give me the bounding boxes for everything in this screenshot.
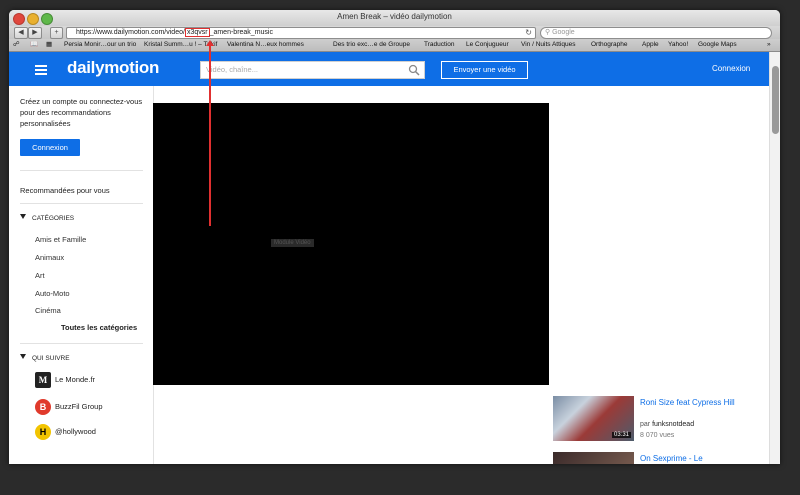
site-search-input[interactable]: Vidéo, chaîne... [200,61,425,79]
site-search-placeholder: Vidéo, chaîne... [206,65,258,74]
browser-search-field[interactable]: ⚲ Google [540,27,772,39]
header-login-link[interactable]: Connexion [712,64,750,73]
duration-badge: 03:31 [611,432,631,438]
divider [20,343,143,344]
author-prefix: par [640,421,653,428]
page-scrollbar[interactable] [769,52,780,464]
related-video-title[interactable]: Roni Size feat Cypress Hill [640,397,750,408]
related-video-author: par funksnotdead [640,421,694,428]
sidebar-intro-text: Créez un compte ou connectez-vous pour d… [20,97,143,128]
video-player[interactable]: Module Vidéo [153,103,549,385]
player-module-label: Module Vidéo [271,239,314,247]
category-link[interactable]: Auto-Moto [35,289,70,298]
bookmark-item[interactable]: Persia Monir…our un trio [64,39,136,51]
browser-toolbar: ◀ ▶ + https://www.dailymotion.com/video/… [9,26,780,39]
recommended-link[interactable]: Recommandées pour vous [20,186,110,195]
buzzfil-logo: B [35,399,51,415]
related-video-item[interactable]: 03:31 Roni Size feat Cypress Hill par fu… [553,396,753,442]
bookmark-item[interactable]: Valentina N…eux hommes [227,39,304,51]
search-icon[interactable] [408,64,420,76]
related-video-views: 8 070 vues [640,432,675,439]
follow-item[interactable]: H @hollywood [35,424,96,440]
collapse-triangle-icon [20,354,26,359]
reload-icon[interactable]: ↻ [525,28,532,38]
browser-search-placeholder: Google [552,29,575,36]
bookmark-item[interactable]: Yahoo! [668,39,688,51]
divider [20,170,143,171]
author-name[interactable]: funksnotdead [652,421,694,428]
video-thumbnail[interactable]: 03:31 [553,396,634,441]
add-bookmark-button[interactable]: + [50,27,63,39]
who-to-follow-title: QUI SUIVRE [32,355,70,362]
menu-icon[interactable] [35,65,47,77]
bookmark-item[interactable]: Google Maps [698,39,737,51]
upload-video-button[interactable]: Envoyer une vidéo [441,61,528,79]
bookmark-item[interactable]: Des trio exc…e de Groupe [333,39,410,51]
bookmarks-bar: ☍ 📖 ▦ Persia Monir…our un trio Kristal S… [9,39,780,52]
divider [20,203,143,204]
category-link[interactable]: Art [35,271,45,280]
magnifier-icon: ⚲ [545,29,551,36]
related-video-title[interactable]: On Sexprime - Le [640,453,750,464]
categories-header[interactable]: CATÉGORIES [20,214,74,222]
video-thumbnail[interactable] [553,452,634,464]
url-suffix: _amen-break_music [209,29,273,36]
annotation-arrow-head [206,40,214,46]
bookmark-item[interactable]: Orthographe [591,39,628,51]
browser-window: Amen Break – vidéo dailymotion ◀ ▶ + htt… [9,10,780,464]
collapse-triangle-icon [20,214,26,219]
bookmark-item[interactable]: Apple [642,39,659,51]
hollywood-logo: H [35,424,51,440]
categories-title: CATÉGORIES [32,215,75,222]
follow-name: Le Monde.fr [55,375,96,384]
url-text: https://www.dailymotion.com/video/x3qvsr… [76,28,273,38]
related-video-item[interactable]: On Sexprime - Le [553,452,753,464]
follow-item[interactable]: M Le Monde.fr [35,372,95,388]
bookmark-item[interactable]: Le Conjugueur [466,39,509,51]
more-bookmarks-icon[interactable]: » [767,39,771,51]
forward-button[interactable]: ▶ [28,27,42,39]
window-title: Amen Break – vidéo dailymotion [337,12,452,21]
annotation-arrow-line [209,44,211,226]
top-sites-icon[interactable]: ▦ [46,39,52,51]
follow-name: @hollywood [55,427,96,436]
url-prefix: https://www.dailymotion.com/video/ [76,29,185,36]
category-link[interactable]: Cinéma [35,306,61,315]
site-header: dailymotion Vidéo, chaîne... Envoyer une… [9,52,769,86]
follow-name: BuzzFil Group [55,402,103,411]
sidebar: Créez un compte ou connectez-vous pour d… [9,86,154,464]
title-bar: Amen Break – vidéo dailymotion [9,10,780,27]
bookmarks-book-icon[interactable]: 📖 [30,39,38,51]
category-link[interactable]: Amis et Famille [35,235,86,244]
bookmark-item[interactable]: Vin / Nuits Attiques [521,39,575,51]
dailymotion-logo[interactable]: dailymotion [67,58,159,78]
all-categories-link[interactable]: Toutes les catégories [61,323,137,332]
category-link[interactable]: Animaux [35,253,64,262]
bookmark-item[interactable]: Traduction [424,39,454,51]
who-to-follow-header[interactable]: QUI SUIVRE [20,354,70,362]
le-monde-logo: M [35,372,51,388]
sidebar-login-button[interactable]: Connexion [20,139,80,156]
scrollbar-thumb[interactable] [772,66,779,134]
address-bar[interactable]: https://www.dailymotion.com/video/x3qvsr… [66,27,536,39]
reading-list-icon[interactable]: ☍ [13,39,20,51]
url-video-id-highlight: x3qvsr [184,28,210,37]
back-button[interactable]: ◀ [14,27,28,39]
follow-item[interactable]: B BuzzFil Group [35,399,103,415]
